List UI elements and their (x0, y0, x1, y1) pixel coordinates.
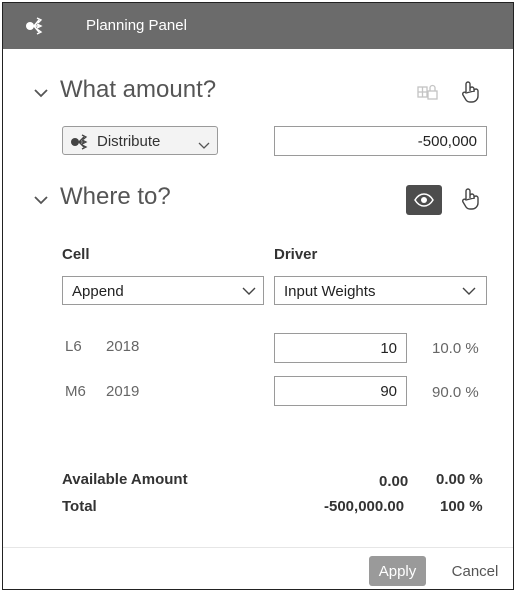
amount-section-header[interactable]: What amount? (33, 76, 233, 110)
chevron-down-icon (198, 137, 210, 155)
show-values-toggle-button[interactable] (406, 185, 442, 215)
driver-column-label: Driver (274, 246, 318, 263)
total-value: -500,000.00 (324, 498, 405, 515)
driver-select[interactable]: Input Weights (274, 276, 487, 305)
cell-column-label: Cell (62, 246, 90, 263)
cancel-button[interactable]: Cancel (443, 556, 507, 586)
panel-header: Planning Panel (3, 3, 513, 49)
distribution-method-select[interactable]: Distribute (62, 126, 218, 155)
panel-title: Planning Panel (86, 17, 187, 34)
row-cell-label: M6 (65, 383, 86, 400)
weight-input[interactable] (274, 376, 407, 406)
cell-select[interactable]: Append (62, 276, 264, 305)
touch-gesture-icon[interactable] (458, 80, 482, 104)
distribute-icon (25, 16, 47, 36)
row-cell-label: L6 (65, 338, 82, 355)
distribution-method-value: Distribute (97, 133, 161, 150)
footer-divider (3, 547, 513, 548)
available-amount-label: Available Amount (62, 471, 188, 488)
cell-select-value: Append (72, 283, 124, 300)
eye-icon (414, 193, 434, 207)
total-label: Total (62, 498, 97, 515)
planning-panel: Planning Panel What amount? Distribute -… (2, 2, 514, 590)
row-percent: 90.0 % (432, 384, 479, 401)
chevron-down-icon[interactable] (33, 193, 49, 205)
total-percent: 100 % (440, 498, 483, 515)
amount-section-title: What amount? (60, 76, 217, 103)
distribute-icon (70, 134, 92, 155)
available-amount-percent: 0.00 % (436, 471, 483, 488)
where-section-header[interactable]: Where to? (33, 183, 233, 217)
lock-grid-icon[interactable] (416, 81, 440, 105)
row-year-label: 2018 (106, 338, 140, 355)
touch-gesture-icon[interactable] (458, 187, 482, 211)
available-amount-value: 0.00 (379, 473, 409, 490)
chevron-down-icon (242, 287, 256, 295)
chevron-down-icon[interactable] (33, 86, 49, 98)
chevron-down-icon (462, 287, 476, 295)
weight-input[interactable] (274, 333, 407, 363)
driver-select-value: Input Weights (284, 283, 376, 300)
apply-button[interactable]: Apply (369, 556, 426, 586)
where-section-title: Where to? (60, 183, 171, 210)
amount-input[interactable] (274, 126, 487, 156)
row-percent: 10.0 % (432, 340, 479, 357)
row-year-label: 2019 (106, 383, 140, 400)
